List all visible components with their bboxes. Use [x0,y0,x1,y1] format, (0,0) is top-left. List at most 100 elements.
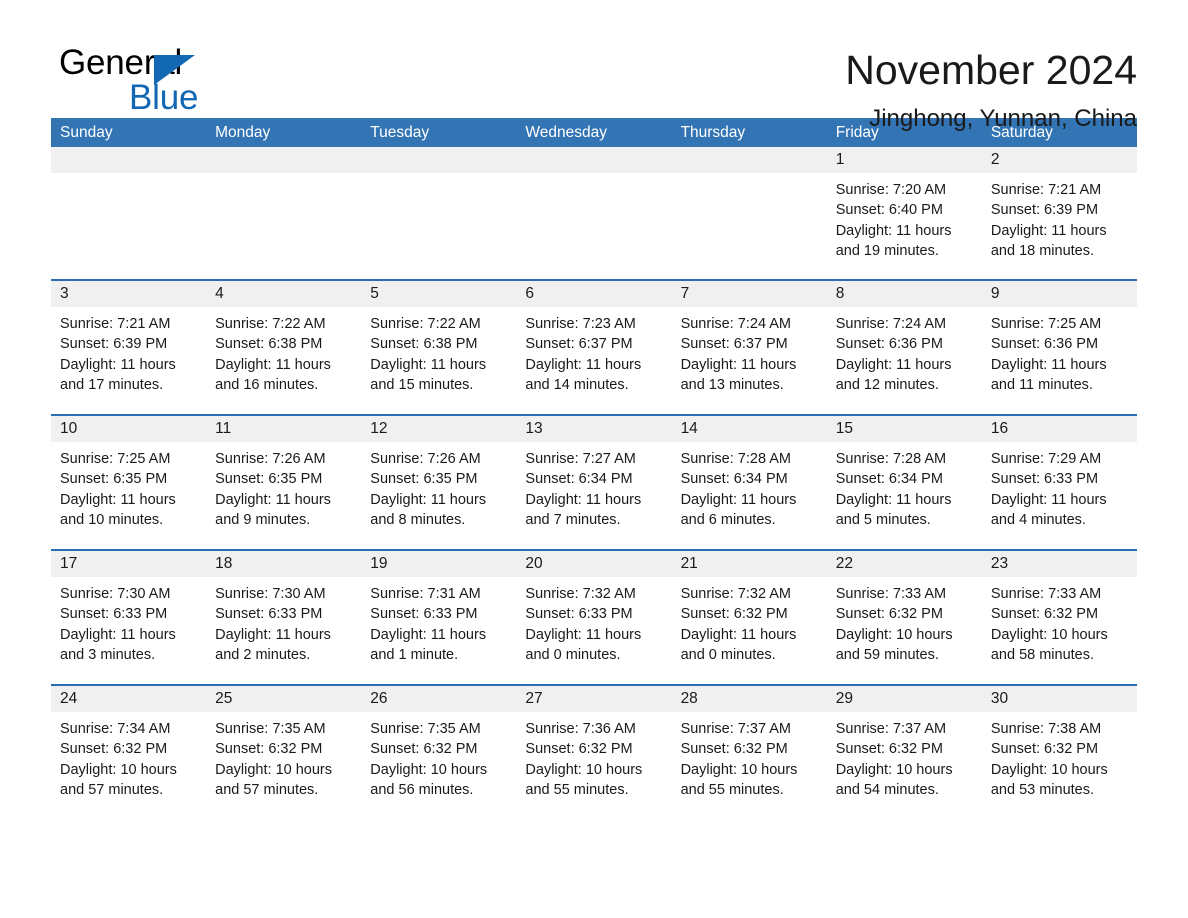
sunrise-text: Sunrise: 7:34 AM [60,721,171,737]
day-details: Sunrise: 7:35 AM Sunset: 6:32 PM Daylight:… [361,712,516,800]
sunset-text: Sunset: 6:32 PM [680,606,788,623]
brand-logo[interactable]: General Blue [51,44,251,124]
daylight-text: Daylight: 11 hours [680,356,797,373]
sunset-text: Sunset: 6:38 PM [215,336,323,353]
daylight-text-cont: and 14 minutes. [525,376,629,393]
day-cell[interactable]: 28 Sunrise: 7:37 AM Sunset: 6:32 PM Dayligh… [671,686,827,819]
sunrise-text: Sunrise: 7:26 AM [215,451,326,467]
sunrise-text: Sunrise: 7:32 AM [525,586,636,602]
page-title: November 2024 [845,47,1137,93]
day-number: 7 [680,285,690,302]
day-cell[interactable]: 16 Sunrise: 7:29 AM Sunset: 6:33 PM Dayligh… [981,416,1137,549]
daylight-text: Daylight: 10 hours [370,761,488,778]
daylight-text-cont: and 57 minutes. [215,781,319,798]
sunset-text: Sunset: 6:40 PM [835,202,943,219]
sunrise-text: Sunrise: 7:35 AM [370,721,481,737]
daylight-text: Daylight: 11 hours [835,491,952,508]
day-number-band [361,147,517,173]
day-number-band: 13 [516,416,672,442]
day-cell[interactable]: 19 Sunrise: 7:31 AM Sunset: 6:33 PM Dayligh… [361,551,517,684]
day-cell[interactable]: 23 Sunrise: 7:33 AM Sunset: 6:32 PM Dayligh… [981,551,1137,684]
sunset-text: Sunset: 6:36 PM [990,336,1099,353]
sunset-text: Sunset: 6:33 PM [525,606,633,623]
week-row: 3 Sunrise: 7:21 AM Sunset: 6:39 PM Daylight… [51,279,1137,414]
sunset-text: Sunset: 6:35 PM [60,471,168,488]
day-cell[interactable]: 26 Sunrise: 7:35 AM Sunset: 6:32 PM Dayligh… [361,686,517,819]
day-number-band: 14 [671,416,827,442]
day-cell[interactable]: 29 Sunrise: 7:37 AM Sunset: 6:32 PM Dayligh… [826,686,982,819]
sunset-text: Sunset: 6:35 PM [215,471,323,488]
week-row: 1 Sunrise: 7:20 AM Sunset: 6:40 PM Daylight… [51,147,1137,279]
day-cell[interactable]: 9 Sunrise: 7:25 AM Sunset: 6:36 PM Daylight… [981,281,1137,414]
day-cell[interactable]: 14 Sunrise: 7:28 AM Sunset: 6:34 PM Dayligh… [671,416,827,549]
sunset-text: Sunset: 6:32 PM [215,741,323,758]
day-cell[interactable]: 30 Sunrise: 7:38 AM Sunset: 6:32 PM Dayligh… [981,686,1137,819]
day-cell[interactable]: 7 Sunrise: 7:24 AM Sunset: 6:37 PM Daylight… [671,281,827,414]
day-details: Sunrise: 7:21 AM Sunset: 6:39 PM Daylight:… [982,173,1137,261]
sunset-text: Sunset: 6:32 PM [370,741,478,758]
brand-name-blue: Blue [129,78,199,117]
daylight-text: Daylight: 11 hours [525,356,642,373]
daylight-text: Daylight: 10 hours [990,761,1108,778]
day-cell[interactable]: 20 Sunrise: 7:32 AM Sunset: 6:33 PM Dayligh… [516,551,672,684]
daylight-text-cont: and 8 minutes. [370,511,466,528]
daylight-text: Daylight: 11 hours [680,626,797,643]
day-number: 20 [525,555,543,572]
daylight-text-cont: and 57 minutes. [60,781,164,798]
sunset-text: Sunset: 6:34 PM [525,471,633,488]
day-cell[interactable]: 13 Sunrise: 7:27 AM Sunset: 6:34 PM Dayligh… [516,416,672,549]
day-number: 1 [835,151,845,168]
day-cell[interactable]: 22 Sunrise: 7:33 AM Sunset: 6:32 PM Dayligh… [826,551,982,684]
daylight-text-cont: and 13 minutes. [680,376,784,393]
sunrise-text: Sunrise: 7:33 AM [835,586,947,602]
day-cell[interactable]: 1 Sunrise: 7:20 AM Sunset: 6:40 PM Daylight… [826,147,982,279]
day-cell[interactable]: 25 Sunrise: 7:35 AM Sunset: 6:32 PM Dayligh… [206,686,362,819]
weekday-thursday: Thursday [680,124,746,141]
day-cell[interactable]: 5 Sunrise: 7:22 AM Sunset: 6:38 PM Daylight… [361,281,517,414]
sunrise-text: Sunrise: 7:28 AM [680,451,791,467]
day-details: Sunrise: 7:25 AM Sunset: 6:36 PM Daylight:… [982,307,1137,395]
day-cell[interactable]: 27 Sunrise: 7:36 AM Sunset: 6:32 PM Dayligh… [516,686,672,819]
weekday-tuesday: Tuesday [370,124,430,141]
day-cell[interactable]: 18 Sunrise: 7:30 AM Sunset: 6:33 PM Dayligh… [206,551,362,684]
daylight-text: Daylight: 11 hours [370,491,487,508]
day-cell[interactable]: 11 Sunrise: 7:26 AM Sunset: 6:35 PM Dayligh… [206,416,362,549]
day-cell[interactable]: 6 Sunrise: 7:23 AM Sunset: 6:37 PM Daylight… [516,281,672,414]
day-cell[interactable]: 21 Sunrise: 7:32 AM Sunset: 6:32 PM Dayligh… [671,551,827,684]
daylight-text-cont: and 18 minutes. [990,242,1095,259]
day-number-band: 5 [361,281,517,307]
daylight-text: Daylight: 11 hours [835,356,952,373]
sunrise-text: Sunrise: 7:29 AM [990,451,1102,467]
day-cell[interactable]: 4 Sunrise: 7:22 AM Sunset: 6:38 PM Daylight… [206,281,362,414]
sunrise-text: Sunrise: 7:21 AM [60,316,171,332]
day-details: Sunrise: 7:32 AM Sunset: 6:32 PM Daylight:… [672,577,827,665]
day-details: Sunrise: 7:26 AM Sunset: 6:35 PM Daylight:… [361,442,516,530]
sunrise-text: Sunrise: 7:26 AM [370,451,481,467]
day-number-band: 8 [826,281,982,307]
daylight-text-cont: and 59 minutes. [835,646,939,663]
day-number: 4 [215,285,224,302]
day-number-band: 11 [206,416,362,442]
day-details: Sunrise: 7:20 AM Sunset: 6:40 PM Daylight:… [827,173,982,261]
day-cell[interactable]: 10 Sunrise: 7:25 AM Sunset: 6:35 PM Dayligh… [51,416,207,549]
daylight-text-cont: and 12 minutes. [835,376,939,393]
day-cell[interactable]: 8 Sunrise: 7:24 AM Sunset: 6:36 PM Daylight… [826,281,982,414]
day-number-band: 18 [206,551,362,577]
day-cell[interactable]: 24 Sunrise: 7:34 AM Sunset: 6:32 PM Dayligh… [51,686,207,819]
day-number: 13 [525,420,543,437]
sunrise-text: Sunrise: 7:30 AM [60,586,171,602]
daylight-text: Daylight: 11 hours [215,491,331,508]
sunrise-text: Sunrise: 7:25 AM [60,451,171,467]
day-cell-empty [671,147,827,279]
daylight-text: Daylight: 11 hours [370,626,487,643]
day-cell[interactable]: 3 Sunrise: 7:21 AM Sunset: 6:39 PM Daylight… [51,281,207,414]
day-details: Sunrise: 7:33 AM Sunset: 6:32 PM Daylight:… [982,577,1137,665]
daylight-text: Daylight: 11 hours [990,491,1107,508]
sunset-text: Sunset: 6:33 PM [370,606,478,623]
day-cell[interactable]: 12 Sunrise: 7:26 AM Sunset: 6:35 PM Dayligh… [361,416,517,549]
day-cell[interactable]: 15 Sunrise: 7:28 AM Sunset: 6:34 PM Dayligh… [826,416,982,549]
day-number: 12 [370,420,388,437]
sunset-text: Sunset: 6:38 PM [370,336,478,353]
day-cell[interactable]: 17 Sunrise: 7:30 AM Sunset: 6:33 PM Dayligh… [51,551,207,684]
day-cell[interactable]: 2 Sunrise: 7:21 AM Sunset: 6:39 PM Daylight… [981,147,1137,279]
